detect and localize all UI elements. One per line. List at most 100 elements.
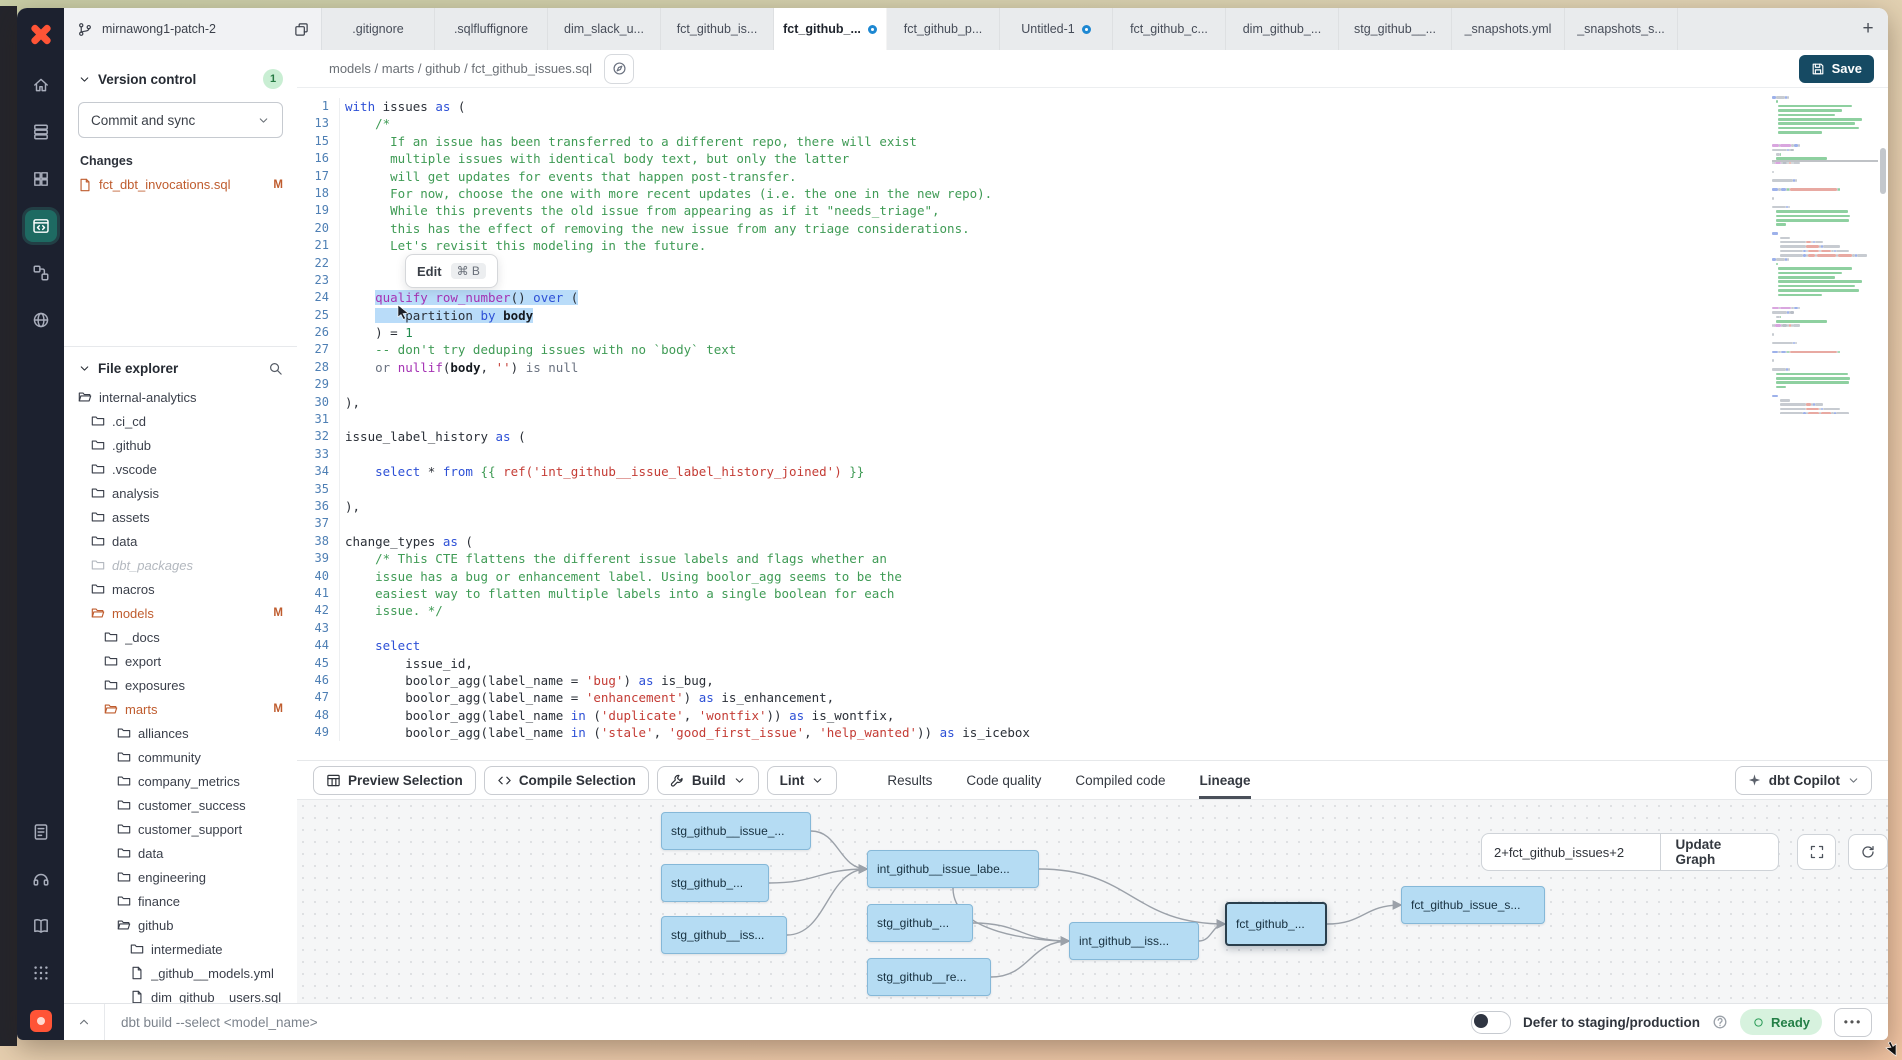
- build-button[interactable]: Build: [657, 766, 759, 795]
- rail-list-button[interactable]: [25, 816, 57, 848]
- search-icon[interactable]: [268, 361, 283, 376]
- tree-item-dim_github__users.sql[interactable]: dim_github__users.sql: [64, 985, 297, 1004]
- tree-item-analysis[interactable]: analysis: [64, 481, 297, 505]
- tree-item-github[interactable]: github: [64, 913, 297, 937]
- expand-command-panel-button[interactable]: [64, 1015, 104, 1029]
- rail-globe-button[interactable]: [25, 304, 57, 336]
- more-options-button[interactable]: •••: [1834, 1008, 1872, 1037]
- tab-stg_github__...[interactable]: stg_github__...: [1339, 8, 1452, 50]
- tree-item-finance[interactable]: finance: [64, 889, 297, 913]
- lint-button[interactable]: Lint: [767, 766, 838, 795]
- tab-label: fct_github_c...: [1130, 22, 1208, 36]
- refresh-graph-button[interactable]: [1848, 834, 1888, 870]
- changed-file-row[interactable]: fct_dbt_invocations.sql M: [64, 174, 297, 195]
- folder-icon: [91, 486, 105, 500]
- rail-home-button[interactable]: [25, 69, 57, 101]
- tree-item-marts[interactable]: martsM: [64, 697, 297, 721]
- result-tab-results[interactable]: Results: [887, 761, 932, 799]
- commit-and-sync-button[interactable]: Commit and sync: [78, 102, 283, 138]
- tab-_snapshots_s...[interactable]: _snapshots_s...: [1565, 8, 1678, 50]
- tree-item-models[interactable]: modelsM: [64, 601, 297, 625]
- new-tab-button[interactable]: +: [1848, 8, 1888, 50]
- tree-item-community[interactable]: community: [64, 745, 297, 769]
- tree-item-macros[interactable]: macros: [64, 577, 297, 601]
- tree-item-intermediate[interactable]: intermediate: [64, 937, 297, 961]
- org-logo-icon: [30, 1010, 52, 1032]
- result-tab-compiled-code[interactable]: Compiled code: [1075, 761, 1165, 799]
- tree-item-_docs[interactable]: _docs: [64, 625, 297, 649]
- tree-item-label: community: [138, 750, 283, 765]
- code-editor[interactable]: 1with issues as (13 /*15 If an issue has…: [297, 88, 1888, 760]
- rail-book-button[interactable]: [25, 910, 57, 942]
- tree-item-export[interactable]: export: [64, 649, 297, 673]
- edit-tooltip[interactable]: Edit ⌘ B: [405, 254, 498, 288]
- tree-item-.ci_cd[interactable]: .ci_cd: [64, 409, 297, 433]
- lineage-node-s4[interactable]: stg_github_...: [867, 904, 973, 942]
- editor-minimap[interactable]: [1772, 96, 1878, 414]
- tab-fct_github_is...[interactable]: fct_github_is...: [661, 8, 774, 50]
- tree-item-engineering[interactable]: engineering: [64, 865, 297, 889]
- lineage-selector-input[interactable]: 2+fct_github_issues+2: [1482, 834, 1660, 870]
- tab-dim_github_...[interactable]: dim_github_...: [1226, 8, 1339, 50]
- tab-.sqlfluffignore[interactable]: .sqlfluffignore: [435, 8, 548, 50]
- tree-item-data[interactable]: data: [64, 841, 297, 865]
- tree-item-_github__models.yml[interactable]: _github__models.yml: [64, 961, 297, 985]
- rail-grid4-button[interactable]: [25, 163, 57, 195]
- preview-selection-button[interactable]: Preview Selection: [313, 766, 476, 795]
- rail-fork-button[interactable]: [25, 257, 57, 289]
- tree-item-customer_success[interactable]: customer_success: [64, 793, 297, 817]
- copy-branch-icon[interactable]: [294, 22, 309, 37]
- tree-item-customer_support[interactable]: customer_support: [64, 817, 297, 841]
- help-icon[interactable]: [1712, 1014, 1728, 1030]
- status-ready-badge[interactable]: Ready: [1740, 1009, 1822, 1035]
- lineage-node-f1[interactable]: fct_github_...: [1225, 902, 1327, 946]
- save-button[interactable]: Save: [1799, 55, 1874, 83]
- lineage-node-s5[interactable]: stg_github__re...: [867, 958, 991, 996]
- lineage-node-i2[interactable]: int_github__iss...: [1069, 922, 1199, 960]
- rail-stack-button[interactable]: [25, 116, 57, 148]
- lineage-node-s2[interactable]: stg_github_...: [661, 864, 769, 902]
- defer-toggle[interactable]: [1471, 1011, 1511, 1034]
- tab-fct_github_p...[interactable]: fct_github_p...: [887, 8, 1000, 50]
- version-control-header[interactable]: Version control 1: [64, 66, 297, 92]
- tree-item-company_metrics[interactable]: company_metrics: [64, 769, 297, 793]
- rail-headset-button[interactable]: [25, 863, 57, 895]
- rail-appsgrid-button[interactable]: [25, 957, 57, 989]
- branch-widget[interactable]: mirnawong1-patch-2: [64, 8, 322, 50]
- lineage-node-s1[interactable]: stg_github__issue_...: [661, 812, 811, 850]
- fullscreen-button[interactable]: [1797, 834, 1837, 870]
- code-line: 20 this has the effect of removing the n…: [297, 220, 1888, 237]
- command-input[interactable]: dbt build --select <model_name>: [121, 1015, 318, 1030]
- dbt-copilot-button[interactable]: dbt Copilot: [1735, 766, 1872, 795]
- tab-_snapshots.yml[interactable]: _snapshots.yml: [1452, 8, 1565, 50]
- tab-.gitignore[interactable]: .gitignore: [322, 8, 435, 50]
- lineage-node-i1[interactable]: int_github__issue_labe...: [867, 850, 1039, 888]
- update-graph-button[interactable]: Update Graph: [1660, 834, 1777, 870]
- tab-fct_github_...[interactable]: fct_github_...: [774, 8, 887, 50]
- tree-item-dbt_packages[interactable]: dbt_packages: [64, 553, 297, 577]
- lineage-node-s3[interactable]: stg_github__iss...: [661, 916, 787, 954]
- tree-item-alliances[interactable]: alliances: [64, 721, 297, 745]
- rail-codewin-button[interactable]: [25, 210, 57, 242]
- editor-toolbar: Preview Selection Compile Selection Build L…: [297, 760, 1888, 800]
- tab-untitled-1[interactable]: Untitled-1: [1000, 8, 1113, 50]
- tree-item-.github[interactable]: .github: [64, 433, 297, 457]
- lineage-panel[interactable]: stg_github__issue_... stg_github_... stg_g…: [297, 800, 1888, 1004]
- code-line: 27 -- don't try deduping issues with no …: [297, 341, 1888, 358]
- result-tab-lineage[interactable]: Lineage: [1199, 761, 1250, 799]
- file-explorer-header[interactable]: File explorer: [64, 355, 297, 381]
- tab-dim_slack_u...[interactable]: dim_slack_u...: [548, 8, 661, 50]
- line-number: 40: [297, 568, 329, 585]
- tree-item-internal-analytics[interactable]: internal-analytics: [64, 385, 297, 409]
- tree-item-.vscode[interactable]: .vscode: [64, 457, 297, 481]
- tab-fct_github_c...[interactable]: fct_github_c...: [1113, 8, 1226, 50]
- editor-scrollbar[interactable]: [1880, 96, 1886, 746]
- line-number: 26: [297, 324, 329, 341]
- view-docs-button[interactable]: [604, 54, 634, 84]
- tree-item-assets[interactable]: assets: [64, 505, 297, 529]
- result-tab-code-quality[interactable]: Code quality: [966, 761, 1041, 799]
- tree-item-exposures[interactable]: exposures: [64, 673, 297, 697]
- lineage-node-f2[interactable]: fct_github_issue_s...: [1401, 886, 1545, 924]
- compile-selection-button[interactable]: Compile Selection: [484, 766, 649, 795]
- tree-item-data[interactable]: data: [64, 529, 297, 553]
